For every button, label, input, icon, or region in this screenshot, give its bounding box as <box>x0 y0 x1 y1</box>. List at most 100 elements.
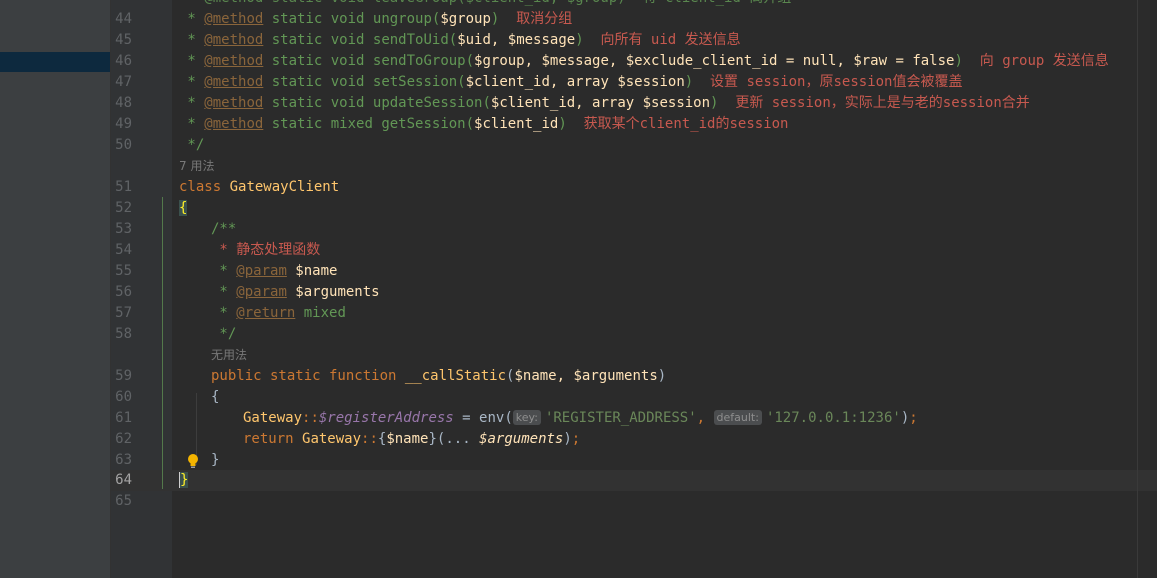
code-line-53[interactable]: /** <box>211 219 236 240</box>
doc-prefix: * <box>179 11 205 27</box>
method-description: 设置 session，原session值会被覆盖 <box>693 74 963 90</box>
doc-prefix: * <box>179 95 205 111</box>
method-doc-line[interactable]: * @method static void sendToGroup($group… <box>179 51 1109 72</box>
method-signature: static void sendToGroup( <box>263 53 475 69</box>
parameter-hint: default: <box>713 410 762 425</box>
sidebar-selected-item[interactable] <box>0 52 110 72</box>
method-signature: static mixed getSession( <box>263 116 475 132</box>
line-number: 45 <box>115 32 132 48</box>
keyword: class <box>179 179 222 195</box>
usages-hint[interactable]: 7 用法 <box>179 156 214 177</box>
method-doc-line[interactable]: * @method static void ungroup($group) 取消… <box>179 9 572 30</box>
keyword: return <box>243 431 294 447</box>
method-description: 取消分组 <box>499 11 573 27</box>
doc-prefix: * <box>211 284 237 300</box>
code-line-56[interactable]: * @param $arguments <box>211 282 379 303</box>
doc-prefix: * <box>179 32 205 48</box>
static-property: $registerAddress <box>318 410 454 426</box>
doc-tag[interactable]: @method <box>204 11 263 27</box>
line-number: 62 <box>115 431 132 447</box>
doc-tag[interactable]: @method <box>204 116 263 132</box>
code-line-50[interactable]: */ <box>179 135 204 156</box>
line-number: 47 <box>115 74 132 90</box>
function-call: env <box>479 410 505 426</box>
method-params: $client_id <box>474 116 559 132</box>
method-signature: static void ungroup( <box>263 11 441 27</box>
code-line-60[interactable]: { <box>211 387 219 408</box>
code-line-62[interactable]: return Gateway::{$name}(... $arguments); <box>243 429 580 450</box>
line-number: 57 <box>115 305 132 321</box>
function-name: __callStatic <box>404 368 507 384</box>
string-literal: 'REGISTER_ADDRESS' <box>544 410 697 426</box>
doc-tag[interactable]: @method <box>204 74 263 90</box>
doc-tag[interactable]: @param <box>236 263 287 279</box>
code-line-57[interactable]: * @return mixed <box>211 303 346 324</box>
keyword: public static function <box>211 368 397 384</box>
paren: ) <box>954 53 963 69</box>
method-params: $client_id, array $session <box>465 74 685 90</box>
code-line-63[interactable]: } <box>211 450 219 471</box>
parameters: $name, $arguments <box>514 368 658 384</box>
method-description: 向 group 发送信息 <box>962 53 1109 69</box>
line-number: 51 <box>115 179 132 195</box>
code-line-58[interactable]: */ <box>211 324 236 345</box>
line-number: 58 <box>115 326 132 342</box>
doc-prefix: * <box>179 116 205 132</box>
method-description: 获取某个client_id的session <box>566 116 789 132</box>
line-number: 60 <box>115 389 132 405</box>
doc-type: mixed <box>295 305 346 321</box>
method-signature: static void updateSession( <box>263 95 491 111</box>
line-number: 65 <box>115 493 132 509</box>
method-doc-line[interactable]: * @method static void sendToUid($uid, $m… <box>179 30 740 51</box>
line-number: 50 <box>115 137 132 153</box>
line-number: 63 <box>115 452 132 468</box>
method-signature: static void setSession( <box>263 74 466 90</box>
class-ref: Gateway <box>243 410 303 426</box>
line-number: 46 <box>115 53 132 69</box>
doc-variable: $name <box>286 263 338 279</box>
code-line-54[interactable]: * 静态处理函数 <box>211 240 320 261</box>
method-doc-line[interactable]: * @method static void setSession($client… <box>179 72 963 93</box>
class-name: GatewayClient <box>229 179 340 195</box>
line-number: 54 <box>115 242 132 258</box>
doc-tag[interactable]: @method <box>204 53 263 69</box>
matched-brace: } <box>179 472 189 488</box>
doc-tag[interactable]: @method <box>204 95 263 111</box>
line-number: 56 <box>115 284 132 300</box>
doc-tag[interactable]: @return <box>236 305 295 321</box>
line-number: 53 <box>115 221 132 237</box>
method-params: $group, $message, $exclude_client_id = n… <box>474 53 955 69</box>
code-line-55[interactable]: * @param $name <box>211 261 337 282</box>
line-number: 44 <box>115 11 132 27</box>
project-sidebar <box>0 0 111 578</box>
paren: ) <box>575 32 584 48</box>
doc-prefix: * <box>179 53 205 69</box>
lightbulb-icon[interactable] <box>186 453 200 469</box>
doc-prefix: * <box>179 74 205 90</box>
right-margin-guide <box>1137 0 1138 578</box>
current-line-highlight <box>111 470 1157 491</box>
method-params: $uid, $message <box>457 32 576 48</box>
variable: $arguments <box>479 431 564 447</box>
line-number: 52 <box>115 200 132 216</box>
doc-tag[interactable]: @param <box>236 284 287 300</box>
method-params: $client_id, array $session <box>490 95 711 111</box>
paren: ) <box>558 116 567 132</box>
no-usages-hint[interactable]: 无用法 <box>211 345 247 366</box>
code-line-64[interactable]: } <box>179 470 189 491</box>
code-line-61[interactable]: Gateway::$registerAddress = env(key: 'REG… <box>243 408 918 429</box>
doc-tag[interactable]: @method <box>204 32 263 48</box>
doc-prefix: * <box>211 305 237 321</box>
paren: ) <box>684 74 694 90</box>
code-line-59[interactable]: public static function __callStatic($nam… <box>211 366 666 387</box>
code-line-52[interactable]: { <box>179 198 188 219</box>
method-params: $group <box>440 11 491 27</box>
method-doc-line[interactable]: * @method static mixed getSession($clien… <box>179 114 788 135</box>
line-number: 61 <box>115 410 132 426</box>
line-number: 64 <box>115 472 132 488</box>
code-line-51[interactable]: class GatewayClient <box>179 177 339 198</box>
class-ref: Gateway <box>302 431 362 447</box>
doc-prefix: * <box>211 263 237 279</box>
method-description: 更新 session，实际上是与老的session合并 <box>718 95 1030 111</box>
method-doc-line[interactable]: * @method static void updateSession($cli… <box>179 93 1030 114</box>
